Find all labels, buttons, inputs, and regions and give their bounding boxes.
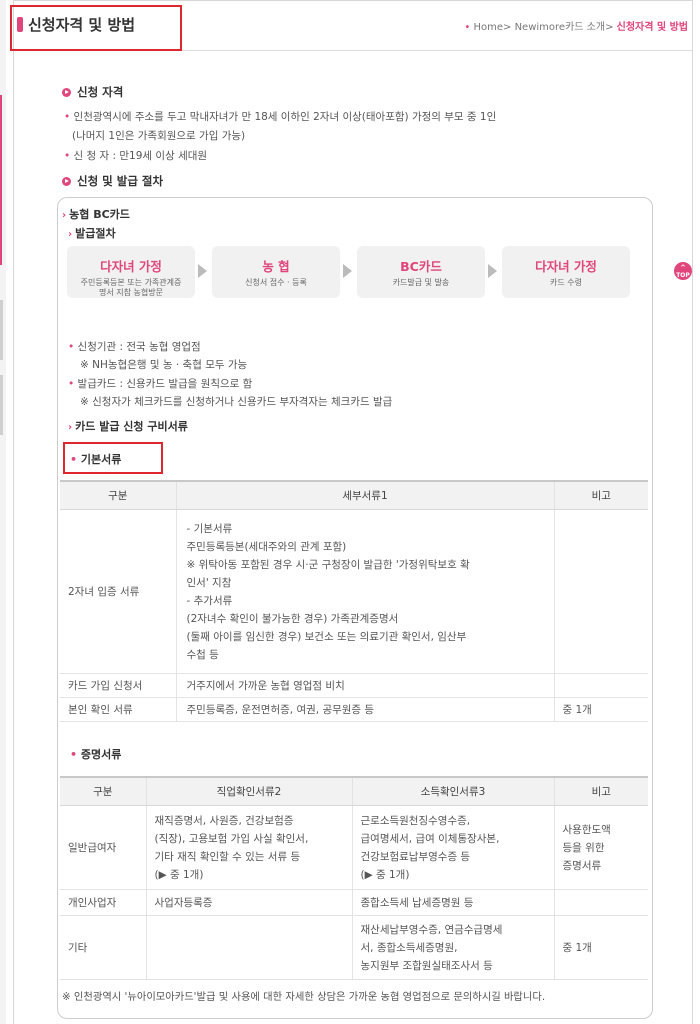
table-row: 2자녀 입증 서류 - 기본서류 주민등록등본(세대주와의 관계 포함) ※ 위… [60,509,648,674]
card-type-text: 농협 BC카드 [69,208,130,221]
table-header: 비고 [553,776,648,806]
table-row: 일반급여자 재직증명서, 사원증, 건강보험증 (직장), 고용보험 가입 사실… [60,805,648,890]
footnote: ※ 인천광역시 '뉴아이모아카드'발급 및 사용에 대한 자세한 상담은 가까운… [62,991,546,1003]
table-cell: 주민등록증, 운전면허증, 여권, 공무원증 등 [175,697,554,722]
breadcrumb: • Home> Newimore카드 소개> 신청자격 및 방법 [464,22,688,33]
info-text: 신청기관 : 전국 농협 영업점 [77,341,201,353]
table-cell: 근로소득원천징수영수증, 급여명세서, 급여 이체통장사본, 건강보험료납부영수… [351,805,554,890]
table-cell: 중 1개 [553,915,648,980]
table-cell [553,673,648,698]
step-bccard: BC카드 카드발급 및 발송 [357,246,485,298]
proof-docs-text: 증명서류 [80,748,122,761]
step-title: BC카드 [400,259,442,274]
info-text: 발급카드 : 신용카드 발급을 원칙으로 함 [77,378,253,390]
table-row: 본인 확인 서류 주민등록증, 운전면허증, 여권, 공무원증 등 중 1개 [60,697,648,722]
step-sub: 주민등록등본 또는 가족관계증명서 지참 농협방문 [80,278,182,297]
arrow-icon: › [68,422,73,433]
title-marker [17,17,23,32]
basic-docs-text: 기본서류 [80,453,122,466]
breadcrumb-parent[interactable]: Newimore카드 소개 [515,22,605,33]
table-header: 세부서류1 [175,480,554,510]
table-cell: 본인 확인 서류 [60,697,176,722]
left-edge-tab [0,375,3,435]
table-cell: 중 1개 [553,697,648,722]
step-nonghyup: 농 협 신청서 접수 · 등록 [212,246,340,298]
basic-docs-label: • 기본서류 [70,453,122,466]
proof-docs-table: 구분 직업확인서류2 소득확인서류3 비고 일반급여자 재직증명서, 사원증, … [60,776,648,980]
left-edge-accent [0,95,2,265]
docs-label: › 카드 발급 신청 구비서류 [68,418,188,434]
table-cell: 종합소득세 납세증명원 등 [351,889,554,916]
issue-procedure-label: › 발급절차 [68,225,116,241]
step-arrow-icon [488,264,497,278]
step-title: 농 협 [262,259,290,274]
step-title: 다자녀 가정 [100,259,162,274]
eligibility-line: (나머지 1인은 가족회원으로 가입 가능) [72,130,246,142]
table-cell: 재산세납부영수증, 연금수급명세 서, 종합소득세증명원, 농지원부 조합원실태… [351,915,554,980]
eligibility-line: • 인천광역시에 주소를 두고 막내자녀가 만 18세 이하인 2자녀 이상(태… [64,111,497,123]
table-cell [145,915,352,980]
step-arrow-icon [198,264,207,278]
table-cell: 기타 [60,915,146,980]
table-cell: - 기본서류 주민등록등본(세대주와의 관계 포함) ※ 위탁아동 포함된 경우… [175,509,554,674]
table-cell [553,889,648,916]
eligibility-text: 신 청 자 : 만19세 이상 세대원 [73,150,208,162]
table-cell: 거주지에서 가까운 농협 영업점 비치 [175,673,554,698]
section-eligibility: 신청 자격 [62,84,123,100]
info-line: • 발급카드 : 신용카드 발급을 원칙으로 함 [68,378,253,390]
table-header: 소득확인서류3 [351,776,554,806]
table-row: 개인사업자 사업자등록증 종합소득세 납세증명원 등 [60,889,648,916]
table-header-row: 구분 세부서류1 비고 [60,480,648,510]
top-label: TOP [676,272,690,279]
basic-docs-table: 구분 세부서류1 비고 2자녀 입증 서류 - 기본서류 주민등록등본(세대주와… [60,480,648,722]
proof-docs-label: • 증명서류 [70,748,122,761]
step-sub: 카드 수령 [550,278,582,287]
breadcrumb-dot-icon: • [464,22,471,33]
table-cell: 재직증명서, 사원증, 건강보험증 (직장), 고용보험 가입 사실 확인서, … [145,805,352,890]
section-procedure: 신청 및 발급 절차 [62,173,163,189]
arrow-icon: › [62,210,67,221]
left-edge-tab [0,300,3,360]
info-line: ※ NH농협은행 및 농 · 축협 모두 가능 [80,359,248,371]
table-header: 구분 [60,480,176,510]
eligibility-text: 인천광역시에 주소를 두고 막내자녀가 만 18세 이하인 2자녀 이상(태아포… [73,111,497,123]
table-cell: 2자녀 입증 서류 [60,509,176,674]
arrow-icon: › [68,229,73,240]
table-cell: 사용한도액 등을 위한 증명서류 [553,805,648,890]
step-family: 다자녀 가정 주민등록등본 또는 가족관계증명서 지참 농협방문 [67,246,195,298]
table-header-row: 구분 직업확인서류2 소득확인서류3 비고 [60,776,648,806]
card-type-label: › 농협 BC카드 [62,206,130,222]
issue-procedure-text: 발급절차 [75,227,116,240]
table-header: 비고 [553,480,648,510]
left-edge [0,0,6,1024]
arrow-bullet-icon [62,177,71,186]
step-sub: 카드발급 및 발송 [392,278,450,287]
table-row: 카드 가입 신청서 거주지에서 가까운 농협 영업점 비치 [60,673,648,698]
table-cell: 카드 가입 신청서 [60,673,176,698]
breadcrumb-home[interactable]: Home [473,22,503,33]
breadcrumb-current: 신청자격 및 방법 [616,22,688,33]
page-title: 신청자격 및 방법 [28,16,136,34]
section-heading: 신청 자격 [77,85,124,99]
table-cell: 개인사업자 [60,889,146,916]
table-header: 구분 [60,776,146,806]
info-line: • 신청기관 : 전국 농협 영업점 [68,341,201,353]
table-header: 직업확인서류2 [145,776,352,806]
arrow-bullet-icon [62,88,71,97]
step-sub: 신청서 접수 · 등록 [245,278,307,287]
scroll-top-button[interactable]: ^ TOP [674,262,692,280]
table-cell [553,509,648,674]
section-heading: 신청 및 발급 절차 [77,174,164,188]
table-cell: 사업자등록증 [145,889,352,916]
step-title: 다자녀 가정 [535,259,597,274]
eligibility-line: • 신 청 자 : 만19세 이상 세대원 [64,150,208,162]
table-row: 기타 재산세납부영수증, 연금수급명세 서, 종합소득세증명원, 농지원부 조합… [60,915,648,980]
step-arrow-icon [343,264,352,278]
info-line: ※ 신청자가 체크카드를 신청하거나 신용카드 부자격자는 체크카드 발급 [80,396,393,408]
chevron-up-icon: ^ [680,264,686,272]
step-receive: 다자녀 가정 카드 수령 [502,246,630,298]
docs-label-text: 카드 발급 신청 구비서류 [75,420,188,433]
table-cell: 일반급여자 [60,805,146,890]
